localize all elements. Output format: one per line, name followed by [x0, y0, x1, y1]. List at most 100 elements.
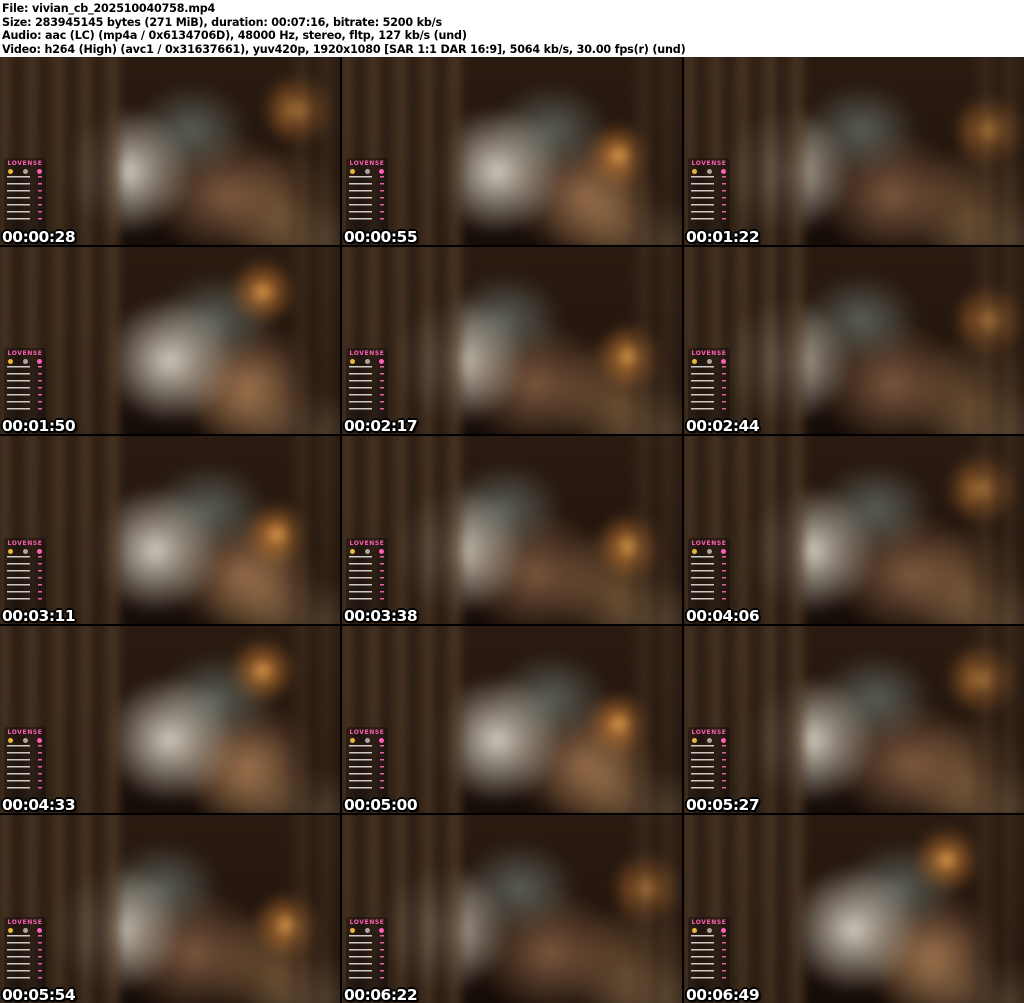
tip-menu-rows — [688, 555, 730, 604]
video-info-line: Video: h264 (High) (avc1 / 0x31637661), … — [2, 41, 686, 56]
tip-menu-icons — [4, 357, 46, 365]
thumbnail-image — [684, 246, 1024, 435]
video-thumbnail: LOVENSE 00:05:00 — [342, 625, 682, 814]
timestamp-label: 00:04:33 — [2, 796, 76, 814]
heart-icon — [37, 548, 42, 554]
tip-menu-icons — [688, 167, 730, 175]
tip-menu-overlay: LOVENSE — [346, 158, 388, 234]
thumbnail-image — [342, 246, 682, 435]
tip-menu-rows — [688, 176, 730, 225]
token-icon — [692, 169, 697, 175]
timestamp-label: 00:04:06 — [686, 606, 760, 624]
lovense-label: LOVENSE — [691, 160, 727, 168]
video-thumbnail: LOVENSE 00:02:17 — [342, 246, 682, 435]
video-thumbnail: LOVENSE 00:02:44 — [684, 246, 1024, 435]
token-icon — [8, 548, 13, 554]
tip-menu-overlay: LOVENSE — [4, 347, 46, 423]
tip-menu-icons — [688, 736, 730, 744]
tip-menu-rows — [346, 176, 388, 225]
timestamp-label: 00:06:22 — [344, 986, 418, 1003]
tip-menu-icons — [688, 547, 730, 555]
tip-menu-icons — [4, 926, 46, 934]
tip-menu-overlay: LOVENSE — [346, 347, 388, 423]
lovense-label: LOVENSE — [691, 349, 727, 357]
video-thumbnail: LOVENSE 00:04:06 — [684, 436, 1024, 624]
tip-menu-overlay: LOVENSE — [688, 916, 730, 992]
heart-icon — [379, 548, 384, 554]
goal-icon — [706, 169, 712, 175]
lovense-label: LOVENSE — [349, 160, 385, 168]
thumbnail-image — [684, 57, 1024, 245]
thumbnail-image — [0, 57, 340, 245]
tip-menu-overlay: LOVENSE — [346, 916, 388, 992]
timestamp-label: 00:00:55 — [344, 227, 418, 245]
token-icon — [8, 169, 13, 175]
goal-icon — [706, 548, 712, 554]
heart-icon — [721, 738, 726, 744]
video-thumbnail: LOVENSE 00:03:11 — [0, 436, 340, 624]
token-icon — [350, 169, 355, 175]
tip-menu-overlay: LOVENSE — [4, 727, 46, 803]
file-size-line: Size: 283945145 bytes (271 MiB), duratio… — [2, 14, 442, 29]
heart-icon — [721, 169, 726, 175]
thumbnail-image — [0, 815, 340, 1003]
video-thumbnail: LOVENSE 00:06:49 — [684, 815, 1024, 1003]
lovense-label: LOVENSE — [691, 729, 727, 737]
goal-icon — [364, 927, 370, 933]
thumbnail-image — [684, 436, 1024, 624]
tip-menu-overlay: LOVENSE — [346, 537, 388, 613]
thumbnail-image — [342, 436, 682, 624]
video-thumbnail: LOVENSE 00:04:33 — [0, 625, 340, 814]
thumbnail-image — [0, 246, 340, 435]
token-icon — [8, 358, 13, 364]
goal-icon — [364, 358, 370, 364]
goal-icon — [22, 548, 28, 554]
heart-icon — [37, 358, 42, 364]
timestamp-label: 00:02:17 — [344, 417, 418, 435]
goal-icon — [706, 358, 712, 364]
tip-menu-overlay: LOVENSE — [4, 158, 46, 234]
tip-menu-overlay: LOVENSE — [4, 916, 46, 992]
token-icon — [692, 548, 697, 554]
heart-icon — [379, 169, 384, 175]
thumbnail-image — [0, 625, 340, 814]
thumbnail-image — [0, 436, 340, 624]
thumbnail-grid: LOVENSE 00:00:28 LOVENSE 00:00:55 LOVENS… — [0, 57, 1024, 1003]
token-icon — [8, 738, 13, 744]
lovense-label: LOVENSE — [349, 349, 385, 357]
tip-menu-overlay: LOVENSE — [688, 727, 730, 803]
heart-icon — [721, 927, 726, 933]
tip-menu-icons — [688, 357, 730, 365]
tip-menu-icons — [346, 357, 388, 365]
thumbnail-image — [342, 625, 682, 814]
timestamp-label: 00:00:28 — [2, 227, 76, 245]
lovense-label: LOVENSE — [349, 729, 385, 737]
tip-menu-icons — [346, 167, 388, 175]
tip-menu-overlay: LOVENSE — [346, 727, 388, 803]
goal-icon — [364, 738, 370, 744]
token-icon — [350, 927, 355, 933]
lovense-label: LOVENSE — [691, 918, 727, 926]
thumbnail-image — [342, 57, 682, 245]
video-thumbnail: LOVENSE 00:05:27 — [684, 625, 1024, 814]
token-icon — [350, 738, 355, 744]
lovense-label: LOVENSE — [691, 539, 727, 547]
heart-icon — [721, 358, 726, 364]
tip-menu-icons — [688, 926, 730, 934]
tip-menu-rows — [346, 934, 388, 983]
video-thumbnail: LOVENSE 00:05:54 — [0, 815, 340, 1003]
heart-icon — [37, 927, 42, 933]
lovense-label: LOVENSE — [7, 160, 43, 168]
tip-menu-rows — [4, 176, 46, 225]
tip-menu-rows — [688, 365, 730, 414]
tip-menu-rows — [4, 555, 46, 604]
tip-menu-rows — [346, 555, 388, 604]
timestamp-label: 00:05:27 — [686, 796, 760, 814]
thumbnail-image — [684, 815, 1024, 1003]
lovense-label: LOVENSE — [349, 539, 385, 547]
tip-menu-overlay: LOVENSE — [688, 347, 730, 423]
tip-menu-overlay: LOVENSE — [4, 537, 46, 613]
tip-menu-icons — [4, 167, 46, 175]
timestamp-label: 00:05:00 — [344, 796, 418, 814]
video-thumbnail: LOVENSE 00:00:28 — [0, 57, 340, 245]
